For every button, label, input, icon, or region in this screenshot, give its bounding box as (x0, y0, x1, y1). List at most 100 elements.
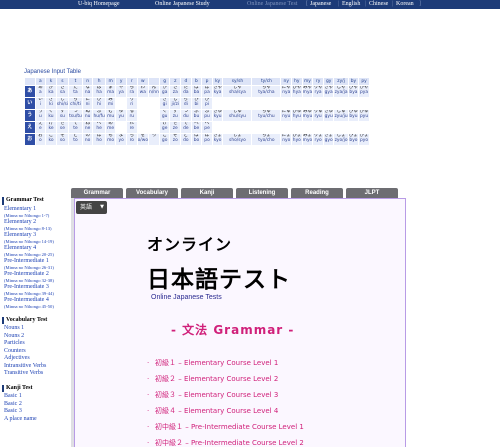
sidebar-link[interactable]: Basic 2 (2, 401, 70, 409)
sidebar-link[interactable]: Nouns 2 (2, 333, 70, 341)
tab-jlpt[interactable]: JLPT (346, 188, 398, 198)
course-list-item[interactable]: · 初中級１ – Pre-Intermediate Course Level 1 (147, 423, 304, 439)
course-list-item[interactable]: · 初級１ – Elementary Course Level 1 (147, 359, 304, 375)
course-link[interactable]: 初級１ – Elementary Course Level 1 (155, 359, 278, 367)
kana-cell: ん n/nn (148, 85, 160, 98)
sidebar: Grammar Test Elementary 1 (Minna no Nihong… (2, 197, 70, 430)
romaji: ka (48, 89, 54, 95)
course-link[interactable]: 初級４ – Elementary Course Level 4 (155, 407, 278, 415)
romaji: se (59, 125, 65, 131)
sidebar-link[interactable]: Elementary 1 (2, 206, 70, 214)
vowel-row-header: え (24, 121, 36, 134)
kana-cell (333, 121, 349, 134)
tab-listening[interactable]: Listening (236, 188, 288, 198)
kana-cell: ず zu (169, 109, 182, 122)
table-header-cell: y (115, 77, 127, 86)
kana-cell (358, 97, 370, 110)
table-header-cell: w (136, 77, 150, 86)
sidebar-link[interactable]: A place name (2, 416, 70, 424)
sidebar-link[interactable]: Nouns 1 (2, 325, 70, 333)
kana-cell: びゅ byu (347, 109, 360, 122)
sidebar-link[interactable]: Pre-Intermediate 1 (2, 258, 70, 266)
romaji: re (129, 125, 134, 131)
romaji: pyu (359, 113, 369, 119)
kana-cell (347, 121, 360, 134)
language-select[interactable]: 英語 ▼ (76, 201, 107, 214)
kana-cell: ぜ ze (169, 121, 182, 134)
romaji: o (39, 137, 42, 143)
romaji: ryu (314, 113, 322, 119)
kana-cell: ば ba (190, 85, 203, 98)
kana-cell (115, 121, 127, 134)
course-list-item[interactable]: · 初中級２ – Pre-Intermediate Course Level 2 (147, 439, 304, 447)
sidebar-link[interactable]: Elementary 3 (2, 232, 70, 240)
course-link[interactable]: 初級３ – Elementary Course Level 3 (155, 391, 278, 399)
kana-cell: みゃ mya (301, 85, 314, 98)
kana-cell (148, 121, 160, 134)
sidebar-link[interactable]: Basic 3 (2, 408, 70, 416)
romaji: ze (172, 125, 178, 131)
romaji: zya/ja (334, 89, 348, 95)
bullet-icon: · (147, 391, 150, 399)
kana-cell (280, 121, 293, 134)
kana-cell: ま ma (104, 85, 117, 98)
tab-vocabulary[interactable]: Vocabulary (126, 188, 178, 198)
tab-reading[interactable]: Reading (291, 188, 343, 198)
sidebar-link[interactable]: Pre-Intermediate 2 (2, 271, 70, 279)
table-header-cell: zy/j (333, 77, 349, 86)
romaji: sho/syo (229, 137, 246, 143)
kana-cell: ぞ zo (169, 133, 182, 146)
sidebar-link[interactable]: Basic 1 (2, 393, 70, 401)
romaji: pyo (360, 137, 369, 143)
sidebar-link[interactable]: Elementary 2 (2, 219, 70, 227)
romaji: bo (193, 137, 200, 143)
sidebar-link[interactable]: Particles (2, 340, 70, 348)
sidebar-link[interactable]: Intransitive Verbs (2, 363, 70, 371)
course-link[interactable]: 初中級１ – Pre-Intermediate Course Level 1 (155, 423, 304, 431)
kana-cell: ちゃ tya/cha (251, 85, 282, 98)
kana-cell: ぴょ pyo (358, 133, 370, 146)
main-panel: 英語 ▼ オンライン 日本語テスト Online Japanese Tests … (71, 198, 406, 447)
nav-link-homepage[interactable]: U-biq Homepage (78, 0, 120, 9)
romaji: be (193, 125, 200, 131)
kana-cell (136, 97, 150, 110)
table-header-cell: py (358, 77, 370, 86)
table-header-cell: ny (280, 77, 293, 86)
lang-link-english[interactable]: English (342, 0, 360, 9)
course-link[interactable]: 初中級２ – Pre-Intermediate Course Level 2 (155, 439, 304, 447)
lang-link-korean[interactable]: Korean (396, 0, 414, 9)
sidebar-link[interactable]: Elementary 4 (2, 245, 70, 253)
tab-kanji[interactable]: Kanji (181, 188, 233, 198)
romaji: he (96, 125, 102, 131)
kana-cell: る ru (126, 109, 138, 122)
sidebar-link[interactable]: Pre-Intermediate 4 (2, 297, 70, 305)
bullet-icon: · (147, 359, 150, 367)
lang-link-japanese[interactable]: Japanese (310, 0, 331, 9)
table-row: いい i き ki し shi/si ち chi/ti に ni ひ hi み mi り ri ぎ gi じ ji/z… (24, 97, 370, 110)
sidebar-link-subtitle[interactable]: (Minna no Nihongo 45-50) (2, 304, 70, 310)
romaji: zyu/ju (334, 113, 348, 119)
romaji: ha (96, 89, 102, 95)
sidebar-link[interactable]: Pre-Intermediate 3 (2, 284, 70, 292)
sidebar-link[interactable]: Transitive Verbs (2, 370, 70, 378)
table-header-cell: s (55, 77, 70, 86)
romaji: nya (282, 89, 291, 95)
input-table-title: Japanese Input Table (24, 69, 81, 75)
kana-cell: じゅ zyu/ju (333, 109, 349, 122)
romaji: gya (324, 89, 333, 95)
kana-cell: わ wa (136, 85, 150, 98)
kana-cell: ぴ pi (201, 97, 213, 110)
lang-link-chinese[interactable]: Chinese (369, 0, 388, 9)
sidebar-link[interactable]: Adjectives (2, 355, 70, 363)
course-list-item[interactable]: · 初級３ – Elementary Course Level 3 (147, 391, 304, 407)
romaji: mu (107, 113, 115, 119)
kana-cell (312, 97, 324, 110)
nav-link-japanese-study[interactable]: Online Japanese Study (155, 0, 210, 9)
sidebar-link[interactable]: Counters (2, 348, 70, 356)
course-list-item[interactable]: · 初級２ – Elementary Course Level 2 (147, 375, 304, 391)
romaji: sa (59, 89, 65, 95)
course-link[interactable]: 初級２ – Elementary Course Level 2 (155, 375, 278, 383)
course-list-item[interactable]: · 初級４ – Elementary Course Level 4 (147, 407, 304, 423)
romaji: me (107, 125, 115, 131)
tab-grammar[interactable]: Grammar (71, 188, 123, 198)
